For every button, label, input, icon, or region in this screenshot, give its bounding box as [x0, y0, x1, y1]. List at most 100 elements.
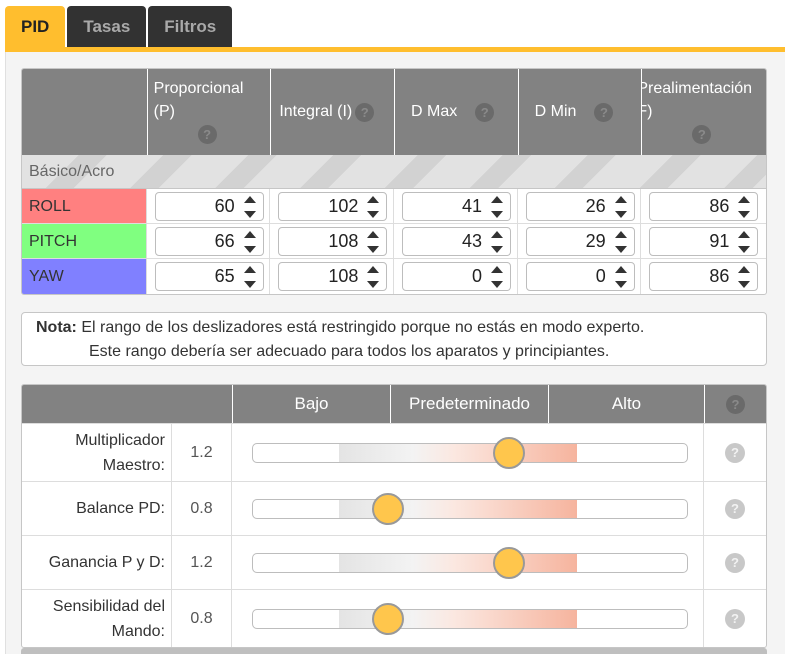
row-help: ?	[704, 482, 766, 535]
pitch-dmin-input[interactable]: 29	[525, 227, 635, 256]
sliders-header: Bajo Predeterminado Alto ?	[22, 385, 766, 423]
help-icon[interactable]: ?	[725, 498, 745, 519]
slider-row-master: Multiplicador Maestro: 1.2 ?	[22, 423, 766, 481]
roll-f-input[interactable]: 86	[649, 192, 759, 221]
spinner-icon[interactable]	[243, 265, 257, 288]
cell-dmin: 0	[518, 259, 642, 294]
header-dmax-label: D Max	[411, 103, 458, 120]
roll-p-input[interactable]: 60	[154, 192, 264, 221]
cell-dmin: 26	[518, 189, 642, 223]
slider-label: Multiplicador Maestro:	[22, 424, 172, 481]
slider-cell	[232, 424, 704, 481]
value: 91	[709, 231, 730, 251]
yaw-dmax-input[interactable]: 0	[402, 262, 512, 291]
roll-dmax-input[interactable]: 41	[402, 192, 512, 221]
sliders-table: Bajo Predeterminado Alto ? Multiplicador…	[21, 384, 767, 648]
cell-p: 65	[147, 259, 271, 294]
header-low: Bajo	[232, 385, 390, 423]
spinner-icon[interactable]	[614, 195, 628, 218]
label-line2: Maestro:	[102, 456, 165, 474]
slider-row-pd-balance: Balance PD: 0.8 ?	[22, 481, 766, 535]
yaw-i-input[interactable]: 108	[278, 262, 388, 291]
section-basic-acro: Básico/Acro	[22, 155, 766, 189]
yaw-f-input[interactable]: 86	[649, 262, 759, 291]
spinner-icon[interactable]	[490, 230, 504, 253]
spinner-icon[interactable]	[243, 195, 257, 218]
help-icon[interactable]: ?	[725, 552, 745, 573]
slider-cell	[232, 482, 704, 535]
help-icon[interactable]: ?	[725, 608, 745, 629]
value: 26	[585, 196, 606, 216]
slider-cell	[232, 590, 704, 647]
slider-track[interactable]	[252, 436, 688, 469]
help-icon[interactable]: ?	[726, 394, 745, 414]
value: 66	[214, 231, 235, 251]
tab-filtros[interactable]: Filtros	[148, 6, 233, 48]
pid-table-header: Proporcional (P) ? Integral (I)? D Max? …	[22, 69, 766, 155]
header-integral: Integral (I)?	[270, 69, 394, 155]
value: 0	[472, 266, 483, 286]
slider-track[interactable]	[252, 602, 688, 635]
slider-thumb[interactable]	[371, 492, 404, 525]
cell-p: 60	[147, 189, 271, 223]
header-f-line1: Prealimentación	[641, 80, 753, 97]
slider-value: 1.2	[172, 424, 232, 481]
slider-value: 1.2	[172, 536, 232, 589]
pitch-f-input[interactable]: 91	[649, 227, 759, 256]
value: 108	[328, 266, 359, 286]
value: 60	[214, 196, 235, 216]
pid-table: Proporcional (P) ? Integral (I)? D Max? …	[21, 68, 767, 295]
spinner-icon[interactable]	[737, 230, 751, 253]
tab-tasas[interactable]: Tasas	[67, 6, 147, 48]
help-icon[interactable]: ?	[594, 102, 614, 122]
slider-track[interactable]	[252, 492, 688, 525]
roll-dmin-input[interactable]: 26	[525, 192, 635, 221]
spinner-icon[interactable]	[366, 195, 380, 218]
help-icon[interactable]: ?	[355, 102, 375, 122]
header-i-label: Integral (I)	[279, 103, 353, 120]
spinner-icon[interactable]	[243, 230, 257, 253]
spinner-icon[interactable]	[737, 265, 751, 288]
slider-row-stick-sensitivity: Sensibilidad del Mando: 0.8 ?	[22, 589, 766, 647]
spinner-icon[interactable]	[614, 230, 628, 253]
axis-label: PITCH	[22, 224, 147, 258]
spinner-icon[interactable]	[366, 230, 380, 253]
note-line1: Nota: El rango de los deslizadores está …	[36, 319, 644, 337]
pitch-dmax-input[interactable]: 43	[402, 227, 512, 256]
pid-row-roll: ROLL 60 102 41 26 86	[22, 189, 766, 224]
pid-row-pitch: PITCH 66 108 43 29 91	[22, 224, 766, 259]
spinner-icon[interactable]	[614, 265, 628, 288]
value: 0	[595, 266, 606, 286]
slider-thumb[interactable]	[493, 546, 526, 579]
slider-cell	[232, 536, 704, 589]
help-icon[interactable]: ?	[197, 125, 217, 144]
spinner-icon[interactable]	[490, 195, 504, 218]
slider-thumb[interactable]	[371, 602, 404, 635]
slider-track[interactable]	[252, 546, 688, 579]
label-line1: Sensibilidad del	[52, 597, 165, 615]
header-p-line1: Proporcional	[153, 80, 244, 97]
spinner-icon[interactable]	[366, 265, 380, 288]
header-p-line2: (P)	[153, 103, 175, 120]
help-icon[interactable]: ?	[692, 125, 712, 144]
header-high: Alto	[548, 385, 704, 423]
header-dmin-label: D Min	[534, 103, 577, 120]
roll-i-input[interactable]: 102	[278, 192, 388, 221]
help-icon[interactable]: ?	[475, 102, 495, 122]
tab-pid[interactable]: PID	[5, 6, 66, 48]
header-feedforward: Prealimentación F) ?	[641, 69, 766, 155]
cell-i: 108	[270, 259, 395, 294]
header-f-line2: F)	[642, 103, 653, 120]
help-icon[interactable]: ?	[725, 442, 745, 463]
spinner-icon[interactable]	[490, 265, 504, 288]
yaw-dmin-input[interactable]: 0	[525, 262, 635, 291]
sliders-header-blank	[22, 385, 232, 423]
pitch-p-input[interactable]: 66	[154, 227, 264, 256]
slider-thumb[interactable]	[493, 436, 526, 469]
header-default: Predeterminado	[390, 385, 548, 423]
value: 102	[328, 196, 359, 216]
cell-f: 91	[641, 224, 766, 258]
pitch-i-input[interactable]: 108	[278, 227, 388, 256]
spinner-icon[interactable]	[737, 195, 751, 218]
yaw-p-input[interactable]: 65	[154, 262, 264, 291]
